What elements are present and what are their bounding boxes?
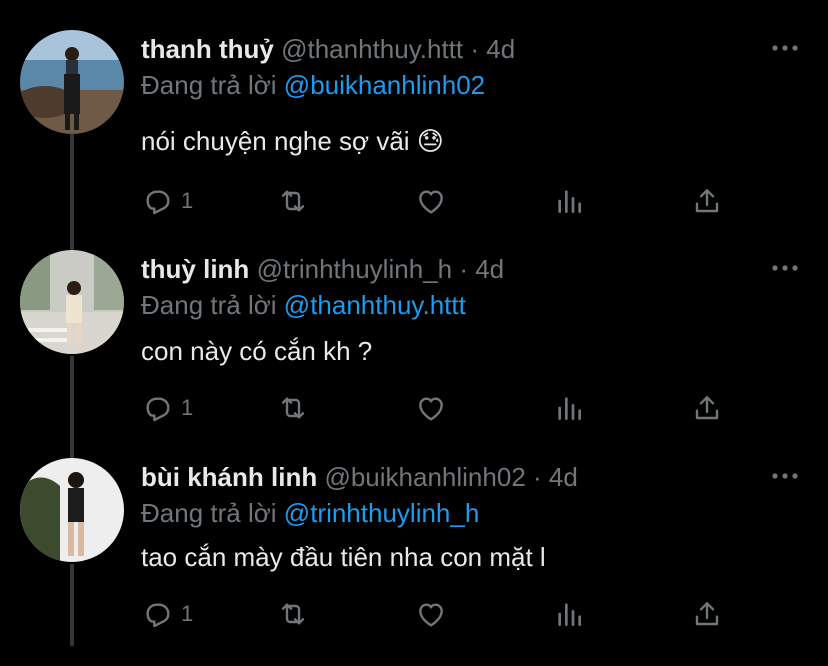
tweet-item[interactable]: thanh thuỷ @thanhthuy.httt · 4d Đang trả… xyxy=(0,30,828,238)
reply-icon xyxy=(146,397,170,422)
timestamp[interactable]: 4d xyxy=(475,254,504,284)
tweet-item[interactable]: bùi khánh linh @buikhanhlinh02 · 4d Đang… xyxy=(0,458,828,666)
heart-icon xyxy=(419,603,443,627)
tweet-item[interactable]: thuỳ linh @trinhthuylinh_h · 4d Đang trả… xyxy=(0,250,828,458)
avatar-photo xyxy=(20,458,124,562)
tweet-body: con này có cắn kh ? xyxy=(141,336,373,366)
retweet-button[interactable] xyxy=(277,597,309,631)
reply-button[interactable]: 1 xyxy=(141,597,193,631)
share-button[interactable] xyxy=(691,391,723,425)
avatar[interactable] xyxy=(20,250,124,354)
reply-icon xyxy=(146,603,170,628)
avatar[interactable] xyxy=(20,30,124,134)
share-icon xyxy=(695,189,719,213)
retweet-button[interactable] xyxy=(277,391,309,425)
separator: · xyxy=(459,254,468,284)
replying-to-label: Đang trả lời xyxy=(141,290,277,320)
like-button[interactable] xyxy=(415,391,447,425)
avatar-photo xyxy=(20,250,124,354)
avatar[interactable] xyxy=(20,458,124,562)
tweet-header: thuỳ linh @trinhthuylinh_h · 4d xyxy=(141,252,504,286)
action-bar: 1 xyxy=(141,597,741,631)
display-name[interactable]: thuỳ linh xyxy=(141,254,249,284)
retweet-icon xyxy=(281,190,305,212)
reply-button[interactable]: 1 xyxy=(141,184,193,218)
views-button[interactable] xyxy=(553,184,585,218)
share-icon xyxy=(695,396,719,420)
user-handle[interactable]: @buikhanhlinh02 xyxy=(324,462,525,492)
analytics-icon xyxy=(558,603,581,626)
share-icon xyxy=(695,602,719,626)
views-button[interactable] xyxy=(553,391,585,425)
tweet-header: thanh thuỷ @thanhthuy.httt · 4d xyxy=(141,32,515,66)
share-button[interactable] xyxy=(691,597,723,631)
timestamp[interactable]: 4d xyxy=(486,34,515,64)
retweet-icon xyxy=(281,397,305,419)
reply-icon xyxy=(146,190,170,215)
replying-to: Đang trả lời @thanhthuy.httt xyxy=(141,288,466,322)
reply-button[interactable]: 1 xyxy=(141,391,193,425)
replying-to-label: Đang trả lời xyxy=(141,70,277,100)
tweet-body: tao cắn mày đầu tiên nha con mặt l xyxy=(141,542,546,572)
more-icon[interactable] xyxy=(772,472,798,480)
retweet-button[interactable] xyxy=(277,184,309,218)
heart-icon xyxy=(419,190,443,214)
reply-count: 1 xyxy=(181,188,194,213)
reply-count: 1 xyxy=(181,601,194,626)
tweet-text: nói chuyện nghe sợ vãi 😓 xyxy=(141,124,444,158)
reply-count: 1 xyxy=(181,395,194,420)
like-button[interactable] xyxy=(415,597,447,631)
user-handle[interactable]: @trinhthuylinh_h xyxy=(257,254,453,284)
emoji: 😓 xyxy=(416,126,444,156)
heart-icon xyxy=(419,397,443,421)
replying-to-label: Đang trả lời xyxy=(141,498,277,528)
user-handle[interactable]: @thanhthuy.httt xyxy=(281,34,463,64)
tweet-text: tao cắn mày đầu tiên nha con mặt l xyxy=(141,540,546,574)
like-button[interactable] xyxy=(415,184,447,218)
separator: · xyxy=(533,462,542,492)
tweet-body: nói chuyện nghe sợ vãi xyxy=(141,126,410,156)
replying-to: Đang trả lời @buikhanhlinh02 xyxy=(141,68,485,102)
retweet-icon xyxy=(281,603,305,625)
display-name[interactable]: thanh thuỷ xyxy=(141,34,274,64)
separator: · xyxy=(470,34,480,64)
more-icon[interactable] xyxy=(772,44,798,52)
reply-mention-link[interactable]: @buikhanhlinh02 xyxy=(284,70,485,100)
views-button[interactable] xyxy=(553,597,585,631)
tweet-text: con này có cắn kh ? xyxy=(141,334,372,368)
replying-to: Đang trả lời @trinhthuylinh_h xyxy=(141,496,479,530)
more-icon[interactable] xyxy=(772,264,798,272)
avatar-photo xyxy=(20,30,124,134)
share-button[interactable] xyxy=(691,184,723,218)
reply-mention-link[interactable]: @trinhthuylinh_h xyxy=(284,498,480,528)
analytics-icon xyxy=(558,397,581,420)
reply-mention-link[interactable]: @thanhthuy.httt xyxy=(284,290,466,320)
action-bar: 1 xyxy=(141,391,741,425)
action-bar: 1 xyxy=(141,184,741,218)
tweet-header: bùi khánh linh @buikhanhlinh02 · 4d xyxy=(141,460,578,494)
analytics-icon xyxy=(558,190,581,213)
timestamp[interactable]: 4d xyxy=(549,462,578,492)
display-name[interactable]: bùi khánh linh xyxy=(141,462,317,492)
